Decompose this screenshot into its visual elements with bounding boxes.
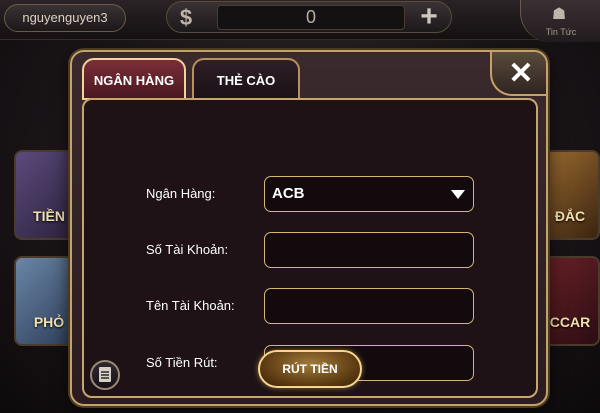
account-name-label: Tên Tài Khoản: (146, 298, 235, 313)
history-button[interactable] (90, 360, 120, 390)
top-bar: nguyenguyen3 $ 0 + ☗ Tin Tức (0, 0, 600, 42)
tab-bank[interactable]: NGÂN HÀNG (82, 58, 186, 100)
news-icon: ☗ (551, 6, 567, 23)
bank-select-value: ACB (272, 185, 305, 202)
close-icon[interactable]: ✕ (498, 56, 544, 92)
username-badge[interactable]: nguyenguyen3 (4, 4, 126, 32)
bank-label: Ngân Hàng: (146, 186, 216, 201)
bank-select[interactable]: ACB (264, 176, 474, 212)
game-tile[interactable]: CCAR (540, 256, 600, 346)
caret-down-icon (451, 190, 465, 199)
balance-bar: $ 0 + (166, 1, 452, 33)
balance-value: 0 (217, 5, 405, 30)
amount-label: Số Tiền Rút: (146, 355, 218, 370)
account-number-label: Số Tài Khoản: (146, 242, 229, 257)
game-tile-title: ĐẮC (554, 208, 586, 224)
plus-icon[interactable]: + (415, 2, 443, 32)
news-button[interactable]: ☗ Tin Tức (520, 0, 600, 42)
account-number-input[interactable] (264, 232, 474, 268)
game-tile[interactable]: ĐẮC (540, 150, 600, 240)
doc-icon (99, 367, 111, 382)
news-label: Tin Tức (545, 27, 577, 37)
account-name-input[interactable] (264, 288, 474, 324)
withdraw-modal: ✕ NGÂN HÀNG THẺ CÀO Ngân Hàng: ACB Số Tà… (70, 50, 548, 406)
tab-card[interactable]: THẺ CÀO (192, 58, 300, 100)
coin-icon: $ (179, 5, 193, 30)
game-tile-title: CCAR (549, 314, 591, 330)
withdraw-button[interactable]: RÚT TIỀN (258, 350, 362, 388)
